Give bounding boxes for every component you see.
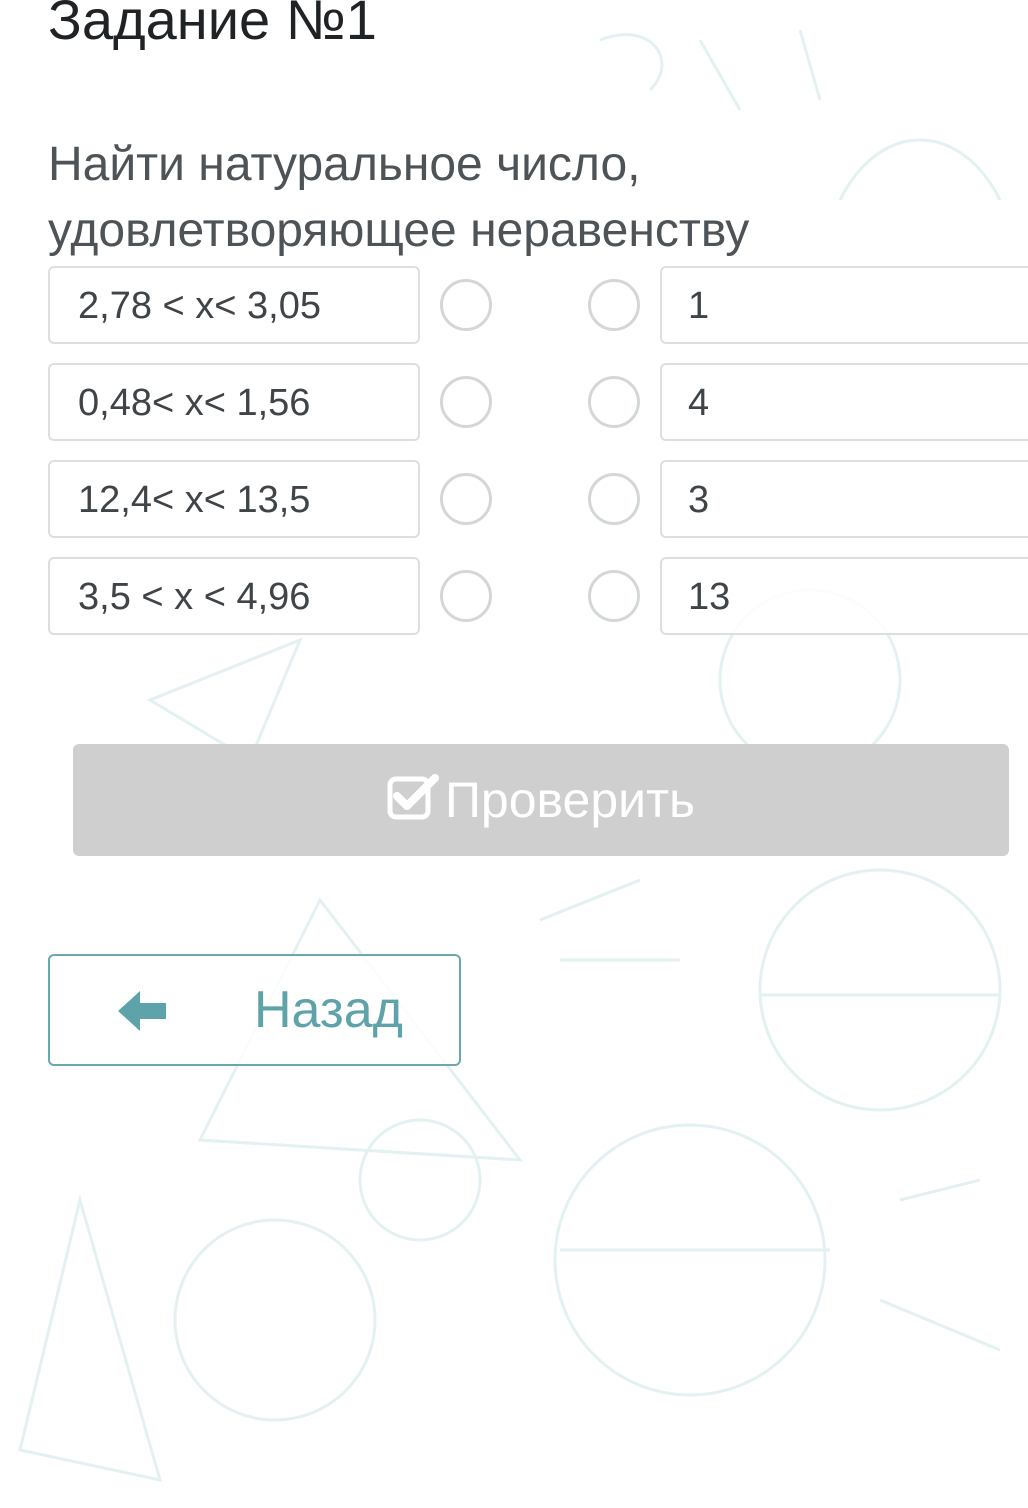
check-square-icon: [387, 774, 439, 820]
back-button-label: Назад: [254, 981, 403, 1039]
arrow-left-icon: [118, 991, 166, 1031]
back-button[interactable]: Назад: [48, 954, 461, 1066]
inequality-item[interactable]: 3,5 < x < 4,96: [48, 557, 420, 635]
question-text: Найти натуральное число, удовлетворяющее…: [48, 138, 750, 257]
inequality-item[interactable]: 2,78 < x< 3,05: [48, 266, 420, 344]
match-row: 12,4< x< 13,5 3: [0, 460, 1028, 542]
right-radio-button[interactable]: [588, 376, 640, 428]
answer-item[interactable]: 13: [660, 557, 1028, 635]
right-radio-button[interactable]: [588, 279, 640, 331]
match-row: 0,48< x< 1,56 4: [0, 363, 1028, 445]
left-radio-button[interactable]: [440, 279, 492, 331]
check-button[interactable]: Проверить: [73, 744, 1009, 856]
inequality-item[interactable]: 12,4< x< 13,5: [48, 460, 420, 538]
right-radio-button[interactable]: [588, 473, 640, 525]
check-button-label: Проверить: [444, 772, 696, 828]
answer-item[interactable]: 4: [660, 363, 1028, 441]
task-title: Задание №1: [48, 0, 377, 51]
inequality-item[interactable]: 0,48< x< 1,56: [48, 363, 420, 441]
left-radio-button[interactable]: [440, 376, 492, 428]
right-radio-button[interactable]: [588, 570, 640, 622]
match-row: 2,78 < x< 3,05 1: [0, 266, 1028, 348]
match-row: 3,5 < x < 4,96 13: [0, 557, 1028, 639]
answer-item[interactable]: 1: [660, 266, 1028, 344]
answer-item[interactable]: 3: [660, 460, 1028, 538]
left-radio-button[interactable]: [440, 570, 492, 622]
left-radio-button[interactable]: [440, 473, 492, 525]
